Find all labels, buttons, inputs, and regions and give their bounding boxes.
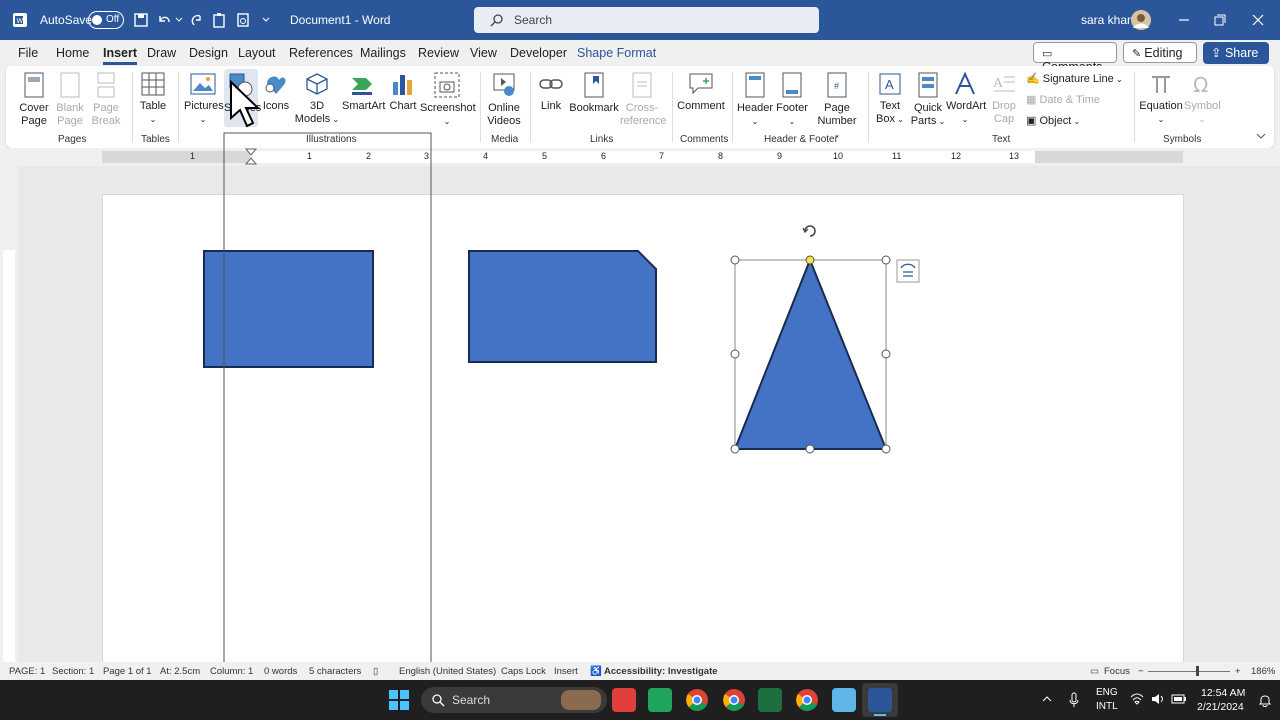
status-insert-mode[interactable]: Insert <box>554 666 578 677</box>
zoom-in-button[interactable]: + <box>1235 666 1241 677</box>
microphone-icon[interactable] <box>1068 692 1080 708</box>
resize-handle[interactable] <box>730 255 740 265</box>
status-column[interactable]: Column: 1 <box>210 666 253 677</box>
word-icon <box>868 688 892 712</box>
wifi-icon[interactable] <box>1130 693 1144 705</box>
status-page[interactable]: PAGE: 1 <box>9 666 45 677</box>
resize-handle[interactable] <box>881 444 891 454</box>
zoom-out-button[interactable]: − <box>1138 666 1144 677</box>
taskbar-search-label: Search <box>452 693 491 707</box>
volume-icon[interactable] <box>1151 693 1165 705</box>
taskbar: Search ENG INTL 12:54 AM 2/21/2024 <box>0 680 1280 720</box>
input-language[interactable]: ENG <box>1096 687 1118 698</box>
status-page-of[interactable]: Page 1 of 1 <box>103 666 152 677</box>
search-highlight-image <box>561 690 601 710</box>
triangle-shape[interactable] <box>733 257 888 450</box>
clock-time[interactable]: 12:54 AM <box>1201 687 1245 699</box>
resize-handle[interactable] <box>881 255 891 265</box>
notepad-icon[interactable] <box>832 688 856 712</box>
shape-placeholder-frame <box>223 132 432 677</box>
focus-button[interactable]: Focus <box>1104 666 1130 677</box>
status-word-count[interactable]: 0 words <box>264 666 297 677</box>
resize-handle[interactable] <box>881 349 891 359</box>
resize-handle[interactable] <box>805 444 815 454</box>
chrome-icon[interactable] <box>685 688 709 712</box>
layout-options-icon[interactable] <box>896 259 920 283</box>
accessibility-icon: ♿ <box>590 666 602 677</box>
chrome-icon[interactable] <box>722 688 746 712</box>
status-language[interactable]: English (United States) <box>399 666 496 677</box>
proofing-icon[interactable]: ▯ <box>373 666 378 677</box>
status-bar: PAGE: 1 Section: 1 Page 1 of 1 At: 2.5cm… <box>0 662 1280 680</box>
app-icon-red[interactable] <box>612 688 636 712</box>
chrome-icon[interactable] <box>795 688 819 712</box>
status-accessibility[interactable]: Accessibility: Investigate <box>604 666 718 677</box>
app-icon-green[interactable] <box>648 688 672 712</box>
zoom-slider-thumb[interactable] <box>1196 666 1199 676</box>
rectangle-shape[interactable] <box>203 250 374 368</box>
adjustment-handle[interactable] <box>805 255 815 265</box>
windows-start-icon[interactable] <box>389 690 409 710</box>
status-at[interactable]: At: 2.5cm <box>160 666 200 677</box>
zoom-slider[interactable] <box>1148 671 1230 672</box>
status-char-count[interactable]: 5 characters <box>309 666 361 677</box>
excel-icon[interactable] <box>758 688 782 712</box>
notification-icon[interactable] <box>1258 693 1272 707</box>
battery-icon[interactable] <box>1171 694 1187 704</box>
status-section[interactable]: Section: 1 <box>52 666 94 677</box>
status-caps-lock: Caps Lock <box>501 666 546 677</box>
resize-handle[interactable] <box>730 444 740 454</box>
active-indicator <box>874 714 886 716</box>
mouse-cursor-icon <box>230 79 261 128</box>
resize-handle[interactable] <box>730 349 740 359</box>
zoom-level[interactable]: 186% <box>1251 666 1275 677</box>
keyboard-layout[interactable]: INTL <box>1096 701 1118 712</box>
chevron-up-icon[interactable] <box>1042 695 1052 703</box>
shapes-layer <box>203 79 920 677</box>
snipped-rectangle-shape[interactable] <box>468 250 657 363</box>
search-icon <box>432 694 445 707</box>
taskbar-search[interactable]: Search <box>421 687 607 713</box>
focus-icon: ▭ <box>1090 666 1099 677</box>
word-taskbar-button[interactable] <box>862 683 898 717</box>
rotate-handle-icon[interactable] <box>802 224 817 238</box>
clock-date[interactable]: 2/21/2024 <box>1197 701 1244 713</box>
